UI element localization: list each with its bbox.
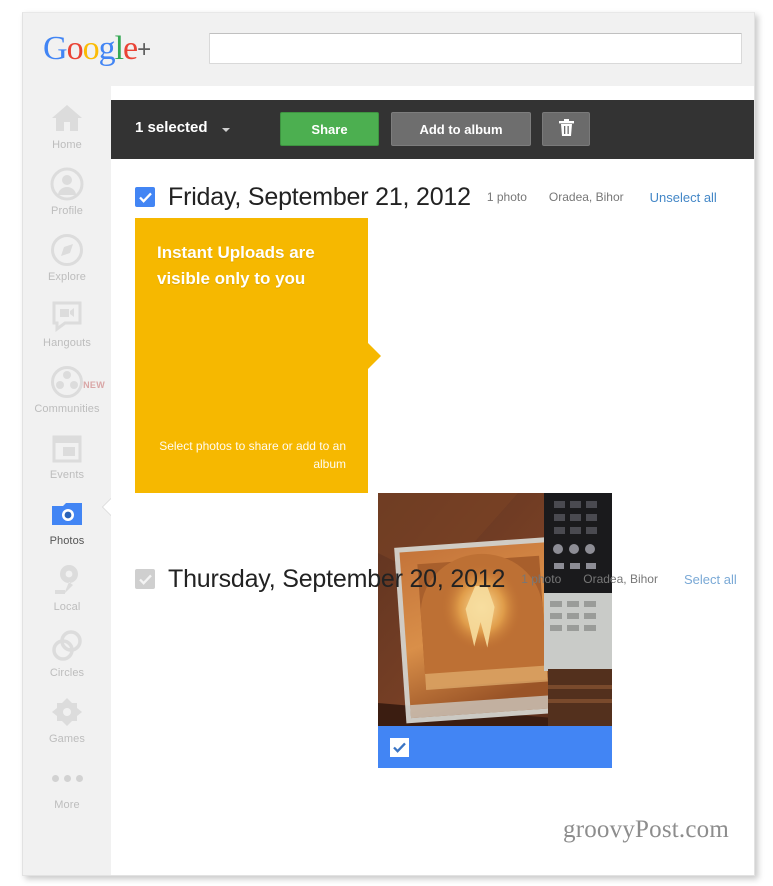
sidebar-item-photos[interactable]: Photos bbox=[23, 482, 112, 548]
home-icon bbox=[49, 100, 85, 136]
sidebar-item-local[interactable]: Local bbox=[23, 548, 111, 614]
logo-letter-e: e bbox=[123, 30, 138, 67]
search-box[interactable] bbox=[209, 33, 742, 64]
selection-toolbar: 1 selected Share Add to album bbox=[111, 100, 754, 159]
group-photo-count: 1 photo bbox=[521, 572, 562, 586]
logo-letter-l: l bbox=[114, 30, 125, 67]
date-header-row: Friday, September 21, 2012 1 photo Orade… bbox=[135, 182, 717, 212]
sidebar-item-label: Hangouts bbox=[43, 337, 91, 349]
share-button[interactable]: Share bbox=[280, 112, 379, 146]
screenshot-root: Google+ Home Profile Explore Hangouts NE… bbox=[0, 0, 773, 886]
photo-checkbox-checked[interactable] bbox=[390, 737, 409, 757]
banner-pointer-arrow bbox=[368, 342, 381, 369]
photos-camera-icon bbox=[49, 496, 85, 532]
sidebar-item-circles[interactable]: Circles bbox=[23, 614, 111, 680]
google-plus-header: Google+ bbox=[23, 13, 754, 87]
photo-tile-selected[interactable] bbox=[378, 493, 612, 768]
sidebar-item-more[interactable]: More bbox=[23, 746, 111, 812]
date-header-row: Thursday, September 20, 2012 1 photo Ora… bbox=[135, 564, 737, 594]
sidebar-item-label: Games bbox=[49, 733, 85, 745]
sidebar-item-label: Photos bbox=[49, 535, 85, 547]
sidebar-item-label: Local bbox=[53, 601, 81, 613]
logo-plus-sign: + bbox=[137, 36, 151, 63]
sidebar-item-home[interactable]: Home bbox=[23, 86, 111, 152]
logo-letter-g: G bbox=[43, 30, 68, 67]
unselect-all-link[interactable]: Unselect all bbox=[650, 190, 717, 205]
sidebar-item-label: Explore bbox=[48, 271, 86, 283]
trash-icon bbox=[558, 118, 574, 140]
group-checkbox-unselected[interactable] bbox=[135, 569, 155, 589]
sidebar-item-label: Circles bbox=[49, 667, 85, 679]
communities-icon bbox=[49, 364, 85, 400]
sidebar-item-label: Communities bbox=[34, 403, 100, 415]
sidebar-item-label: Home bbox=[52, 139, 82, 151]
profile-icon bbox=[49, 166, 85, 202]
banner-title: Instant Uploads are visible only to you bbox=[157, 243, 315, 288]
photo-selection-bar bbox=[378, 726, 612, 768]
sidebar-item-label: Profile bbox=[51, 205, 83, 217]
logo-letter-o1: o bbox=[66, 30, 84, 67]
events-calendar-icon bbox=[49, 430, 85, 466]
sidebar-item-explore[interactable]: Explore bbox=[23, 218, 111, 284]
select-all-link[interactable]: Select all bbox=[684, 572, 737, 587]
sidebar-item-profile[interactable]: Profile bbox=[23, 152, 111, 218]
circles-icon bbox=[49, 628, 85, 664]
instant-uploads-banner: Instant Uploads are visible only to you … bbox=[135, 218, 381, 493]
banner-subtitle: Select photos to share or add to an albu… bbox=[159, 439, 346, 471]
group-photo-count: 1 photo bbox=[486, 190, 527, 204]
selected-count-label[interactable]: 1 selected bbox=[135, 119, 208, 136]
groovypost-watermark: groovyPost.com bbox=[563, 816, 729, 843]
chevron-down-icon[interactable] bbox=[222, 128, 230, 132]
google-plus-logo[interactable]: Google+ bbox=[43, 30, 151, 69]
hangouts-video-icon bbox=[49, 298, 85, 334]
sidebar-item-hangouts[interactable]: Hangouts bbox=[23, 284, 111, 350]
sidebar-item-label: Events bbox=[49, 469, 85, 481]
photos-content-area: 1 selected Share Add to album Friday, Se… bbox=[111, 86, 754, 875]
share-button-label: Share bbox=[311, 121, 348, 137]
add-to-album-button-label: Add to album bbox=[419, 121, 503, 137]
logo-letter-g2: g bbox=[98, 30, 116, 67]
logo-letter-o2: o bbox=[82, 30, 100, 67]
delete-button[interactable] bbox=[542, 112, 590, 146]
games-icon bbox=[49, 694, 85, 730]
group-checkbox-selected[interactable] bbox=[135, 187, 155, 207]
group-date-title: Thursday, September 20, 2012 bbox=[168, 564, 506, 593]
local-pin-icon bbox=[49, 562, 85, 598]
sidebar-item-events[interactable]: Events bbox=[23, 416, 111, 482]
group-date-title: Friday, September 21, 2012 bbox=[168, 182, 471, 211]
group-location: Oradea, Bihor bbox=[548, 190, 624, 204]
search-input[interactable] bbox=[209, 33, 742, 64]
browser-page: Google+ Home Profile Explore Hangouts NE… bbox=[22, 12, 755, 876]
explore-compass-icon bbox=[49, 232, 85, 268]
sidebar-item-label: More bbox=[54, 799, 80, 811]
add-to-album-button[interactable]: Add to album bbox=[391, 112, 531, 146]
more-dots-icon bbox=[23, 760, 111, 796]
communities-new-badge: NEW bbox=[83, 380, 105, 390]
sidebar-item-games[interactable]: Games bbox=[23, 680, 111, 746]
group-location: Oradea, Bihor bbox=[583, 572, 658, 586]
sidebar-item-communities[interactable]: NEW Communities bbox=[23, 350, 111, 416]
left-sidebar: Home Profile Explore Hangouts NEW Commun… bbox=[23, 86, 112, 875]
